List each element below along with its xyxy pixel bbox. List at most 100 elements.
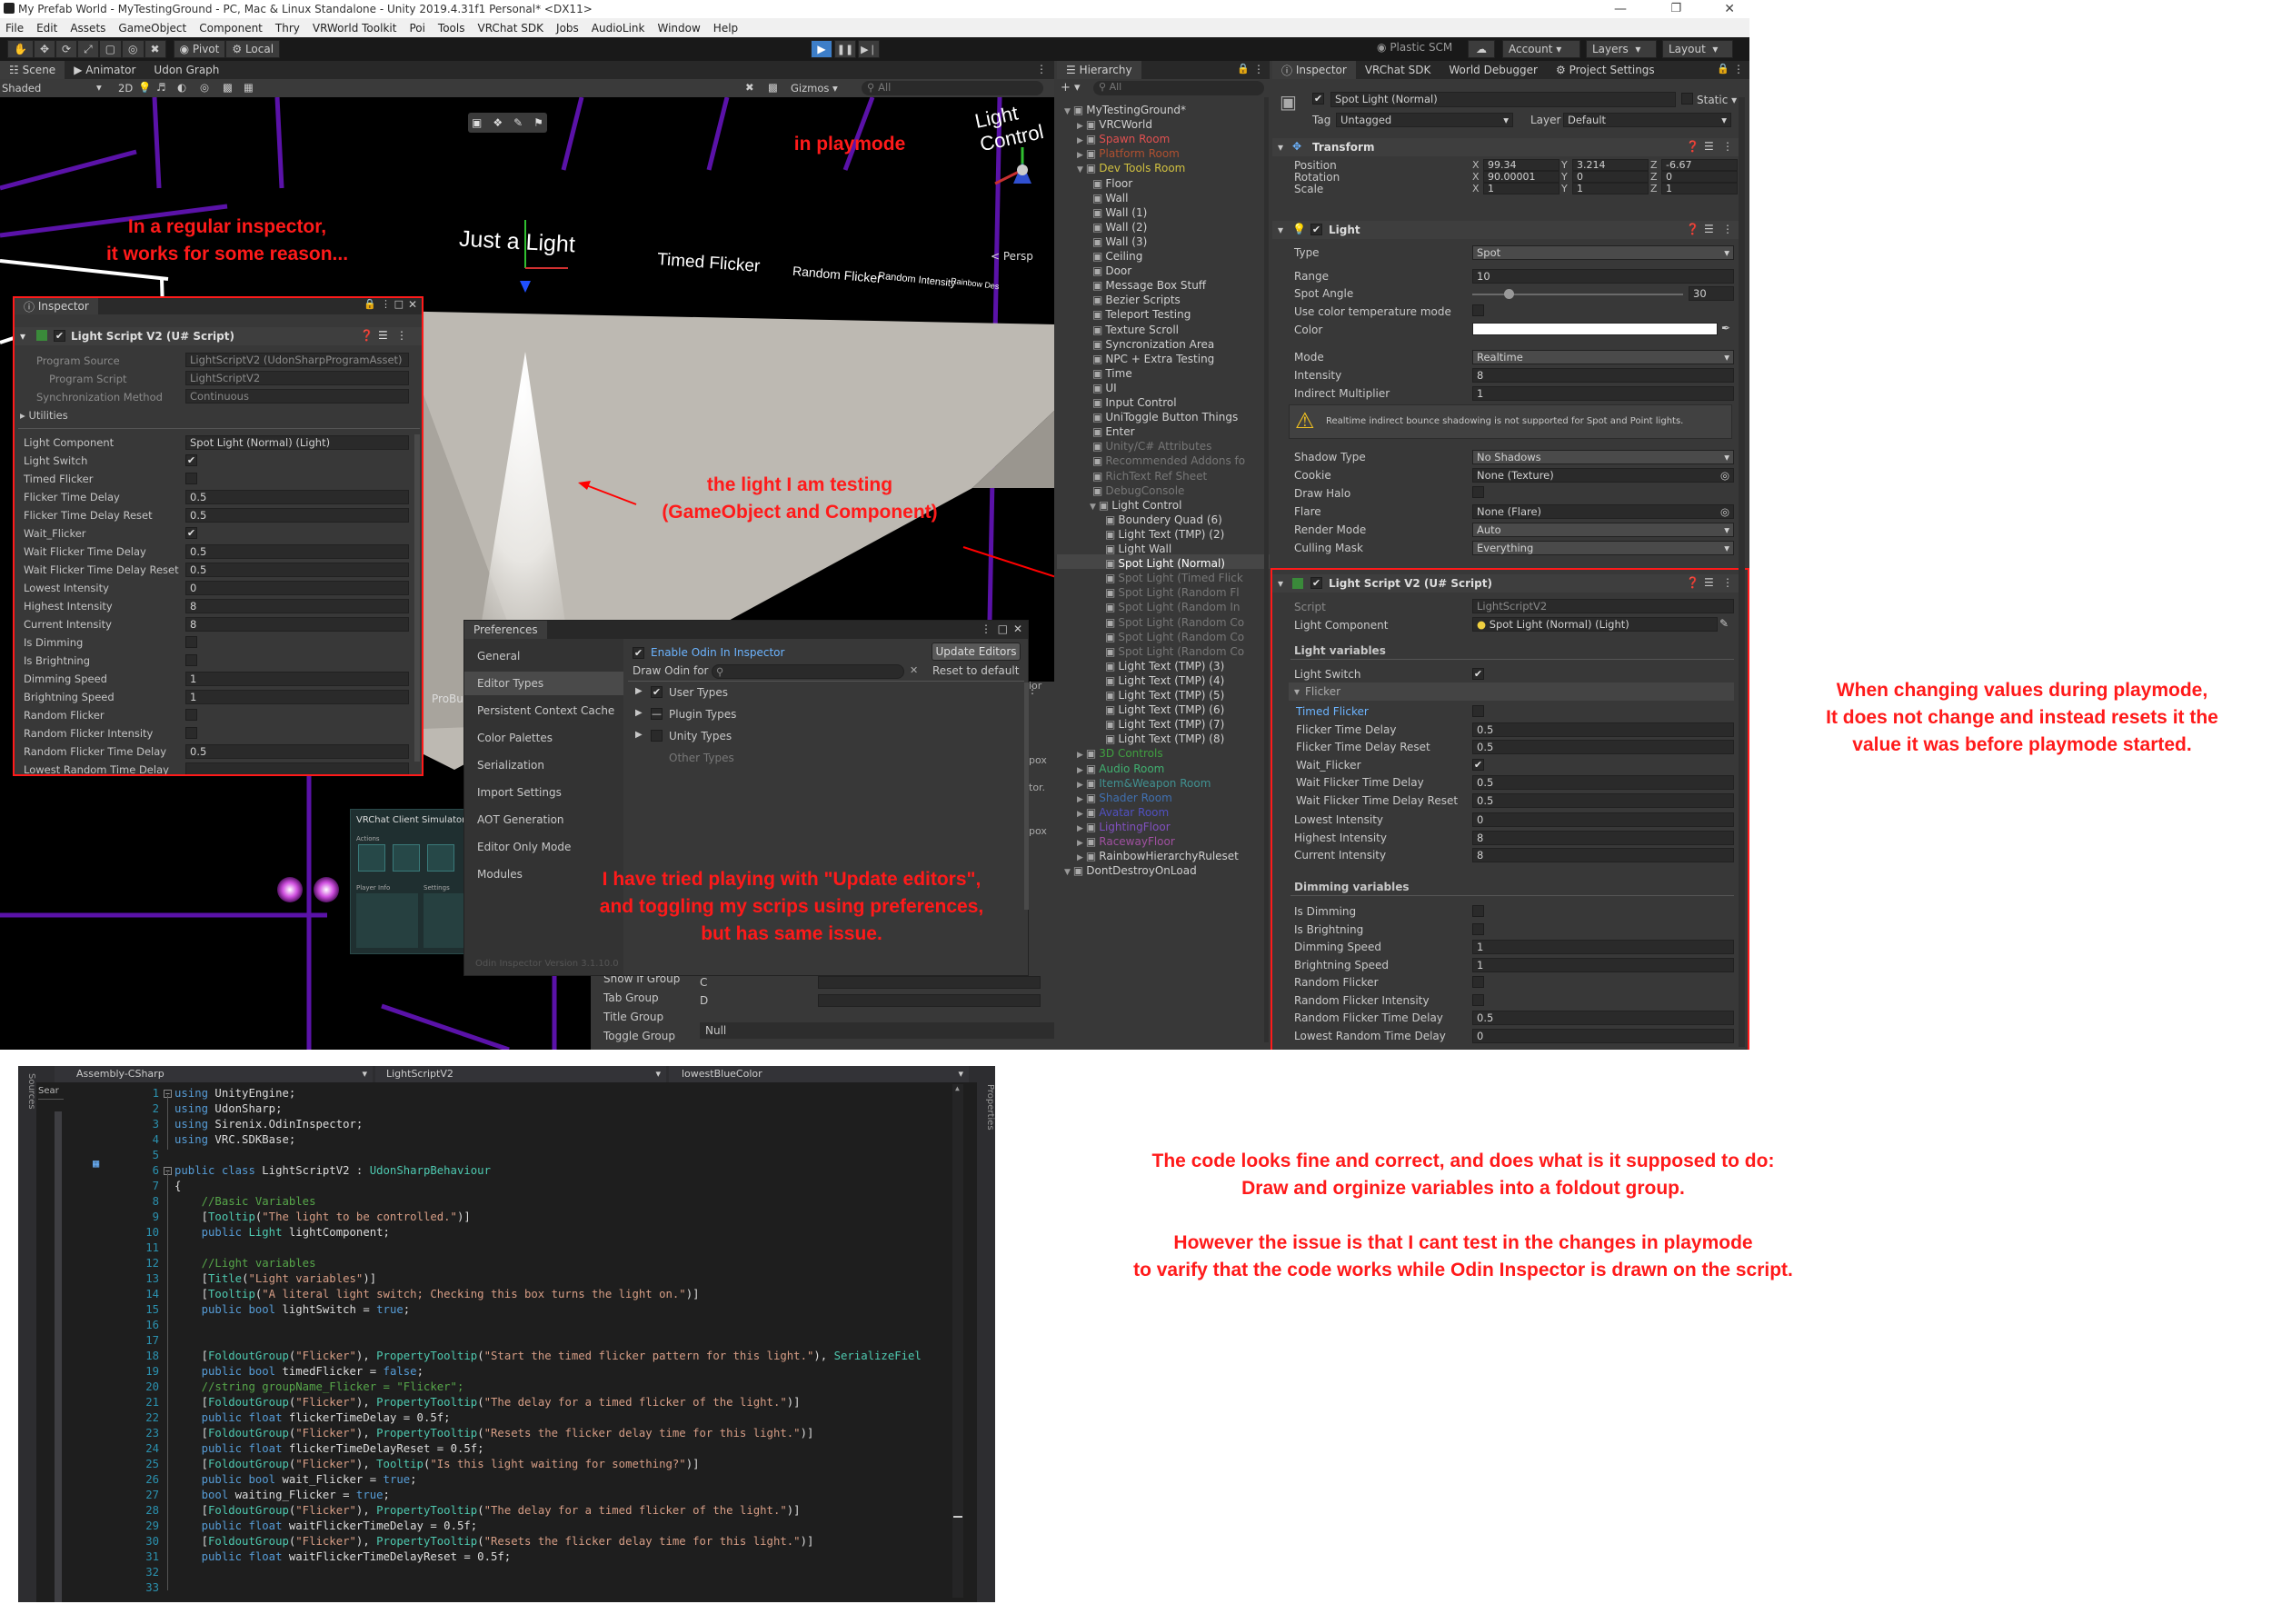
pivot-toggle[interactable]: ◉ Pivot <box>173 40 226 58</box>
foldout-arrow-icon[interactable]: ▾ <box>20 330 25 343</box>
hierarchy-item[interactable]: ▣ Light Text (TMP) (8) <box>1102 732 1224 746</box>
light-component-field[interactable]: ● Spot Light (Normal) (Light) <box>1472 617 1718 632</box>
preferences-nav-item[interactable]: AOT Generation <box>464 808 623 832</box>
hierarchy-item[interactable]: ▣ Wall (2) <box>1090 220 1147 234</box>
menu-vrchat-sdk[interactable]: VRChat SDK <box>477 22 543 35</box>
script-value-input[interactable]: 0.5 <box>1472 792 1734 808</box>
step-button[interactable]: ▶❘ <box>858 40 880 58</box>
field-value[interactable]: 0.5 <box>185 544 409 559</box>
properties-side-tab[interactable]: Properties <box>977 1066 995 1602</box>
hierarchy-search-input[interactable]: ⚲ All <box>1093 81 1264 95</box>
hierarchy-item[interactable]: ▣ Floor <box>1090 176 1132 191</box>
preferences-tab[interactable]: Preferences <box>464 621 547 639</box>
light-switch-checkbox[interactable]: ✔ <box>1472 668 1484 680</box>
simulator-action-3[interactable] <box>427 844 454 872</box>
layout-dropdown[interactable]: Layout ▾ <box>1662 40 1733 58</box>
hierarchy-item[interactable]: ▣ Light Text (TMP) (4) <box>1102 673 1224 688</box>
tag-dropdown[interactable]: Untagged ▾ <box>1336 113 1513 127</box>
script-value-input[interactable]: 0.5 <box>1472 722 1734 737</box>
hierarchy-item[interactable]: ▣ Spot Light (Random In <box>1102 600 1241 614</box>
preferences-maximize-icon[interactable]: □ <box>998 623 1008 635</box>
script-value-input[interactable]: 1 <box>1472 940 1734 954</box>
hierarchy-item[interactable]: ▶ ▣ Avatar Room <box>1077 805 1169 820</box>
transform-header[interactable]: ▾ ✥ Transform ❓ ☰ ⋮ <box>1272 138 1740 156</box>
move-tool-icon[interactable]: ✥ <box>33 40 56 58</box>
utilities-foldout[interactable]: ▸ Utilities <box>20 409 68 422</box>
expand-arrow-icon[interactable]: ▼ <box>1064 107 1071 116</box>
expand-arrow-icon[interactable]: ▶ <box>1077 136 1083 145</box>
hierarchy-scrollbar[interactable] <box>1264 97 1269 1042</box>
persp-label[interactable]: < Persp <box>991 250 1033 263</box>
hierarchy-item[interactable]: ▣ Spot Light (Random Fl <box>1102 585 1240 600</box>
expand-arrow-icon[interactable]: ▶ <box>1077 151 1083 160</box>
hierarchy-item[interactable]: ▣ Recommended Addons fo <box>1090 453 1245 468</box>
hierarchy-item[interactable]: ▣ Spot Light (Random Co <box>1102 630 1244 644</box>
light-culling-dropdown[interactable]: Everything ▾ <box>1472 541 1734 555</box>
tab-inspector[interactable]: ⓘ Inspector <box>1272 61 1356 79</box>
expand-arrow-icon[interactable]: ▶ <box>1077 751 1083 760</box>
type-checkbox[interactable]: ✔ <box>651 686 663 698</box>
null-field[interactable]: Null <box>700 1022 1054 1039</box>
sync-method-dropdown[interactable]: Continuous <box>185 389 409 404</box>
lock-icon[interactable]: 🔒 <box>364 298 376 310</box>
field-checkbox[interactable] <box>185 473 197 484</box>
expand-arrow-icon[interactable]: ▶ <box>1077 781 1083 790</box>
class-indicator-icon[interactable]: ▦ <box>93 1157 99 1170</box>
field-value[interactable]: 1 <box>185 672 409 686</box>
menu-audiolink[interactable]: AudioLink <box>592 22 645 35</box>
camera-icon[interactable]: ▩ <box>768 81 778 94</box>
shading-arrow-icon[interactable]: ▾ <box>96 81 102 94</box>
menu-file[interactable]: File <box>5 22 24 35</box>
rotate-tool-icon[interactable]: ⟳ <box>55 40 78 58</box>
project-dropdown[interactable]: Assembly-CSharp ▾ <box>55 1066 373 1082</box>
field-value[interactable]: 8 <box>185 617 409 632</box>
expand-arrow-icon[interactable]: ▶ <box>1077 839 1083 848</box>
transform-scale-x-input[interactable]: 1 <box>1483 183 1560 194</box>
script-value-input[interactable]: 8 <box>1472 848 1734 862</box>
hierarchy-item[interactable]: ▶ ▣ Audio Room <box>1077 762 1164 776</box>
menu-gameobject[interactable]: GameObject <box>118 22 186 35</box>
program-source-field[interactable]: LightScriptV2 (UdonSharpProgramAsset) <box>185 353 409 367</box>
field-value[interactable]: 1 <box>185 690 409 704</box>
floating-inspector-tab[interactable]: ⓘ Inspector <box>15 298 98 314</box>
spot-angle-slider-handle[interactable] <box>1504 289 1514 299</box>
grid-toggle-icon[interactable]: ▦ <box>244 81 254 94</box>
transform-position-y-input[interactable]: 3.214 <box>1572 159 1649 171</box>
expand-arrow-icon[interactable]: ▶ <box>1077 795 1083 804</box>
light-range-input[interactable]: 10 <box>1472 269 1734 284</box>
play-button[interactable]: ▶ <box>811 40 832 58</box>
expand-arrow-icon[interactable]: ▶ <box>1077 824 1083 833</box>
field-checkbox[interactable] <box>185 709 197 721</box>
light-mode-dropdown[interactable]: Realtime ▾ <box>1472 350 1734 364</box>
hierarchy-item[interactable]: ▣ UniToggle Button Things <box>1090 410 1238 424</box>
tab-udon-graph[interactable]: Udon Graph <box>144 61 228 79</box>
hierarchy-item[interactable]: ▣ RichText Ref Sheet <box>1090 469 1207 483</box>
d-field[interactable] <box>818 994 1041 1007</box>
script-enabled-checkbox[interactable]: ✔ <box>1310 577 1322 589</box>
menu-dots-icon[interactable]: ⋮ <box>381 298 391 310</box>
field-value[interactable]: 0.5 <box>185 490 409 504</box>
inspector-scrollbar[interactable] <box>1739 97 1745 1047</box>
color-swatch[interactable] <box>1472 323 1718 335</box>
field-value[interactable]: Spot Light (Normal) (Light) <box>185 435 409 450</box>
hierarchy-item[interactable]: ▶ ▣ 3D Controls <box>1077 746 1163 761</box>
field-value[interactable] <box>185 762 409 774</box>
field-value[interactable]: 0.5 <box>185 563 409 577</box>
help-icon[interactable]: ❓ <box>1686 223 1699 235</box>
preferences-nav-item[interactable]: Editor Only Mode <box>464 835 623 859</box>
component-menu-icon[interactable]: ⋮ <box>1722 140 1733 153</box>
tab-world-debugger[interactable]: World Debugger <box>1440 61 1547 79</box>
transform-rotation-z-input[interactable]: 0 <box>1661 171 1738 183</box>
hierarchy-item[interactable]: ▣ Door <box>1090 264 1131 278</box>
preset-icon[interactable]: ☰ <box>1704 223 1714 235</box>
script-bool-checkbox[interactable] <box>1472 905 1484 917</box>
hierarchy-item[interactable]: ▣ Light Text (TMP) (7) <box>1102 717 1224 732</box>
tab-project-settings[interactable]: ⚙ Project Settings <box>1547 61 1664 79</box>
component-menu-icon[interactable]: ⋮ <box>1722 223 1733 235</box>
minimize-icon[interactable]: — <box>1614 0 1627 18</box>
preset-icon[interactable]: ☰ <box>1704 576 1714 589</box>
light-indirect-input[interactable]: 1 <box>1472 386 1734 401</box>
transform-tool-icon[interactable]: ◎ <box>122 40 144 58</box>
simulator-action-1[interactable] <box>358 844 385 872</box>
flicker-foldout[interactable]: ▾ Flicker <box>1289 682 1734 701</box>
